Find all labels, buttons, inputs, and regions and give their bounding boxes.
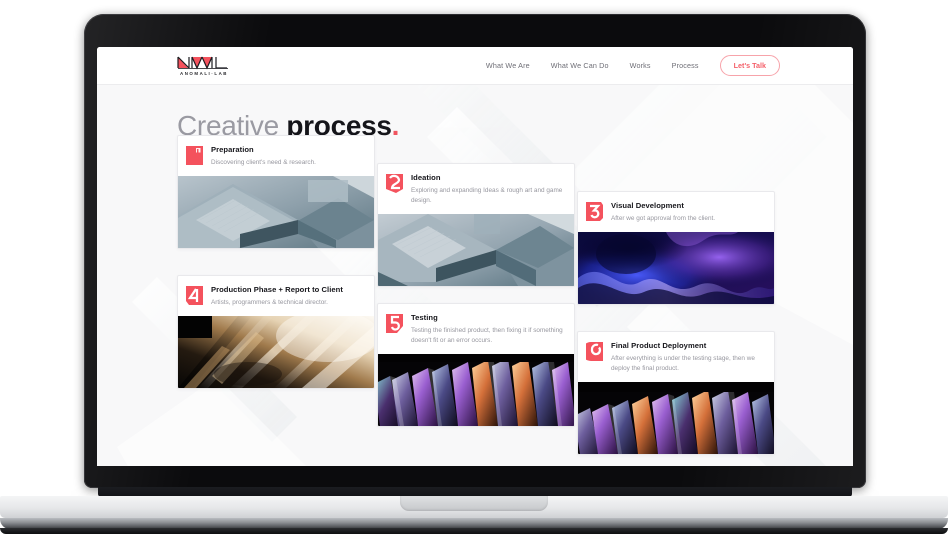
nav-item-works[interactable]: Works	[630, 61, 651, 70]
card-text-block: Testing Testing the finished product, th…	[411, 313, 564, 346]
card-title: Ideation	[411, 173, 441, 182]
main-navigation: What We Are What We Can Do Works Process…	[486, 55, 780, 76]
step-number-badge-1	[186, 146, 203, 165]
website-viewport: ANOMALI·LAB What We Are What We Can Do W…	[97, 47, 853, 466]
card-title: Visual Development	[611, 201, 684, 210]
card-image-glass-prisms	[578, 381, 774, 454]
step-number-badge-6	[586, 342, 603, 361]
card-title: Production Phase + Report to Client	[211, 285, 343, 294]
step-number-badge-4	[186, 286, 203, 305]
card-header: Production Phase + Report to Client Arti…	[178, 276, 374, 316]
nav-item-what-we-are[interactable]: What We Are	[486, 61, 530, 70]
card-description: Testing the finished product, then fixin…	[411, 326, 563, 344]
card-image-glass-prisms	[378, 353, 574, 426]
process-card-ideation[interactable]: Ideation Exploring and expanding Ideas &…	[377, 163, 575, 287]
card-description: After everything is under the testing st…	[611, 354, 755, 372]
card-description: Discovering client's need & research.	[211, 158, 316, 166]
card-image-isometric-architecture	[378, 213, 574, 286]
process-card-preparation[interactable]: Preparation Discovering client's need & …	[177, 135, 375, 249]
card-image-isometric-architecture	[178, 175, 374, 248]
card-text-block: Preparation Discovering client's need & …	[211, 145, 316, 168]
card-description: Exploring and expanding Ideas & rough ar…	[411, 186, 563, 204]
step-number-badge-3	[586, 202, 603, 221]
step-number-badge-2	[386, 174, 403, 193]
card-header: Testing Testing the finished product, th…	[378, 304, 574, 354]
card-text-block: Production Phase + Report to Client Arti…	[211, 285, 343, 308]
card-header: Preparation Discovering client's need & …	[178, 136, 374, 176]
logo-wordmark: ANOMALI·LAB	[179, 71, 229, 76]
card-text-block: Final Product Deployment After everythin…	[611, 341, 764, 374]
laptop-base-notch	[400, 496, 548, 511]
card-image-golden-motion-blur	[178, 315, 374, 388]
card-title: Final Product Deployment	[611, 341, 707, 350]
process-card-testing[interactable]: Testing Testing the finished product, th…	[377, 303, 575, 427]
laptop-screen: ANOMALI·LAB What We Are What We Can Do W…	[97, 47, 853, 466]
card-text-block: Ideation Exploring and expanding Ideas &…	[411, 173, 564, 206]
step-number-badge-5	[386, 314, 403, 333]
process-card-production-phase[interactable]: Production Phase + Report to Client Arti…	[177, 275, 375, 389]
page-title-dot: .	[391, 109, 400, 141]
card-description: After we got approval from the client.	[611, 214, 716, 222]
card-header: Final Product Deployment After everythin…	[578, 332, 774, 382]
card-image-fluid-abstract	[578, 231, 774, 304]
card-description: Artists, programmers & technical directo…	[211, 298, 328, 306]
card-title: Preparation	[211, 145, 254, 154]
brand-logo[interactable]: ANOMALI·LAB	[177, 55, 231, 76]
laptop-base-edge	[0, 528, 948, 534]
lets-talk-button[interactable]: Let's Talk	[719, 55, 780, 76]
card-title: Testing	[411, 313, 438, 322]
process-card-final-deployment[interactable]: Final Product Deployment After everythin…	[577, 331, 775, 455]
site-header: ANOMALI·LAB What We Are What We Can Do W…	[97, 47, 853, 85]
card-text-block: Visual Development After we got approval…	[611, 201, 715, 224]
anomali-lab-logo-icon	[177, 56, 228, 70]
nav-item-what-we-can-do[interactable]: What We Can Do	[551, 61, 609, 70]
card-header: Ideation Exploring and expanding Ideas &…	[378, 164, 574, 214]
screenshot-root: ANOMALI·LAB What We Are What We Can Do W…	[0, 0, 948, 559]
card-header: Visual Development After we got approval…	[578, 192, 774, 232]
process-card-visual-development[interactable]: Visual Development After we got approval…	[577, 191, 775, 305]
nav-item-process[interactable]: Process	[672, 61, 699, 70]
